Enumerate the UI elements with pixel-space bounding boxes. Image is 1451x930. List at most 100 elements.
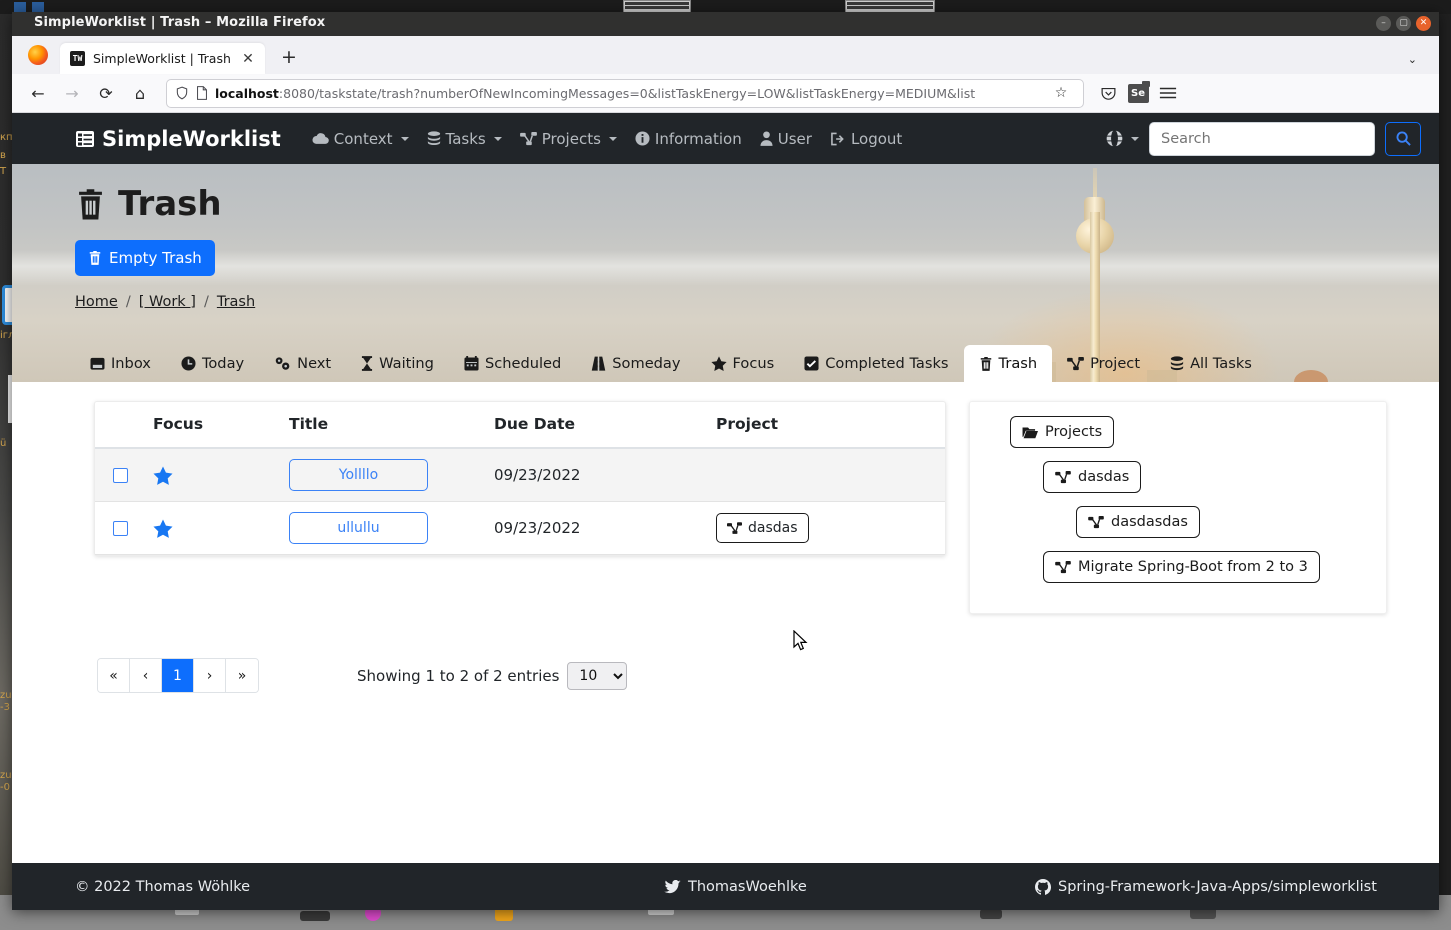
row-checkbox[interactable]: [113, 520, 128, 536]
tab-project[interactable]: Project: [1052, 345, 1155, 382]
nav-item-information[interactable]: Information: [626, 124, 751, 154]
inbox-icon: [90, 357, 105, 371]
column-header-title[interactable]: Title: [289, 402, 494, 449]
new-tab-button[interactable]: +: [277, 46, 301, 68]
tab-focus[interactable]: Focus: [696, 345, 790, 382]
row-select-cell[interactable]: [95, 501, 153, 555]
mouse-cursor: [793, 629, 808, 656]
bg-text-line: zu: [0, 770, 12, 781]
bg-text-line: кп: [0, 132, 13, 143]
project-diagram-icon: [1067, 356, 1085, 371]
star-icon[interactable]: [153, 519, 279, 538]
task-title-button[interactable]: ullullu: [289, 512, 428, 544]
project-label: dasdas: [1078, 469, 1130, 485]
tab-completed-tasks[interactable]: Completed Tasks: [789, 345, 963, 382]
close-button[interactable]: ✕: [1416, 16, 1431, 31]
shield-icon: [175, 86, 189, 100]
reload-button[interactable]: ⟳: [90, 78, 122, 108]
star-icon[interactable]: [153, 466, 279, 485]
pagination-prev[interactable]: ‹: [130, 659, 162, 692]
page-title-text: Trash: [118, 184, 222, 224]
pagination-last[interactable]: »: [226, 659, 258, 692]
project-diagram-icon: [1055, 470, 1071, 484]
column-header-focus[interactable]: Focus: [153, 402, 289, 449]
row-checkbox[interactable]: [113, 467, 128, 483]
language-selector[interactable]: [1106, 130, 1139, 147]
tab-someday[interactable]: Someday: [576, 345, 695, 382]
tab-today[interactable]: Today: [166, 345, 259, 382]
tab-label: Project: [1090, 355, 1141, 372]
row-project-button[interactable]: dasdas: [716, 513, 809, 543]
project-button-dasdas[interactable]: dasdas: [1043, 461, 1142, 493]
column-header-due-date[interactable]: Due Date: [494, 402, 716, 449]
project-tree-item: Projects: [970, 416, 1386, 461]
tab-waiting[interactable]: Waiting: [346, 345, 449, 382]
chevron-down-icon: [1131, 136, 1139, 141]
column-header-project[interactable]: Project: [716, 402, 945, 449]
tab-inbox[interactable]: Inbox: [75, 345, 166, 382]
footer-github-label: Spring-Framework-Java-Apps/simpleworklis…: [1058, 879, 1377, 895]
home-button[interactable]: ⌂: [124, 78, 156, 108]
entries-per-page-select[interactable]: 10 25 50 100: [567, 661, 628, 690]
project-button-dasdasdas[interactable]: dasdasdas: [1076, 506, 1200, 538]
project-button-projects[interactable]: Projects: [1010, 416, 1115, 448]
task-title-button[interactable]: Yollllo: [289, 459, 428, 491]
url-path: :8080/taskstate/trash?numberOfNewIncomin…: [278, 85, 976, 101]
user-icon: [760, 131, 773, 146]
hamburger-menu-icon[interactable]: [1154, 79, 1182, 107]
pagination-page-1[interactable]: 1: [162, 659, 194, 692]
bookmark-star-icon[interactable]: ☆: [1047, 79, 1075, 107]
bg-text-line: Т: [0, 166, 7, 177]
breadcrumb-item-trash[interactable]: Trash: [217, 294, 255, 310]
nav-item-tasks[interactable]: Tasks: [418, 124, 511, 154]
bg-text-line: в: [0, 150, 6, 161]
project-label: Projects: [1045, 424, 1103, 440]
maximize-button[interactable]: ▢: [1396, 16, 1411, 31]
nav-label: Tasks: [445, 129, 486, 148]
site-navbar: SimpleWorklist Context Tasks Projects In…: [12, 113, 1439, 164]
empty-trash-button[interactable]: Empty Trash: [75, 240, 215, 276]
nav-item-context[interactable]: Context: [303, 124, 418, 154]
search-button[interactable]: [1385, 121, 1421, 156]
bg-text-line: ü: [0, 438, 7, 449]
tab-label: Scheduled: [484, 355, 562, 372]
project-button-migrate-spring-boot[interactable]: Migrate Spring-Boot from 2 to 3: [1043, 551, 1320, 583]
footer-github[interactable]: Spring-Framework-Java-Apps/simpleworklis…: [1035, 879, 1377, 895]
chevron-down-icon[interactable]: ⌄: [1408, 53, 1417, 66]
breadcrumb-item-work[interactable]: [ Work ]: [139, 294, 196, 310]
project-diagram-icon: [519, 131, 537, 146]
row-focus-cell[interactable]: [153, 448, 289, 502]
browser-tab[interactable]: TW SimpleWorklist | Trash ✕: [60, 43, 265, 74]
row-select-cell[interactable]: [95, 448, 153, 502]
nav-item-logout[interactable]: Logout: [821, 124, 911, 154]
back-button[interactable]: ←: [22, 78, 54, 108]
tab-all-tasks[interactable]: All Tasks: [1155, 345, 1267, 382]
tab-label: Today: [201, 355, 245, 372]
nav-item-user[interactable]: User: [751, 124, 821, 154]
selenium-extension-icon[interactable]: Se: [1124, 79, 1152, 107]
tab-next[interactable]: Next: [259, 345, 346, 382]
tab-trash[interactable]: Trash: [963, 345, 1053, 382]
footer-twitter[interactable]: ThomasWoehlke: [664, 879, 807, 895]
brand-logo[interactable]: SimpleWorklist: [75, 127, 281, 151]
save-to-pocket-icon[interactable]: [1094, 79, 1122, 107]
trash-icon: [75, 188, 106, 221]
pagination-next[interactable]: ›: [194, 659, 226, 692]
nav-item-projects[interactable]: Projects: [511, 124, 626, 154]
nav-label: User: [777, 129, 812, 148]
empty-trash-label: Empty Trash: [109, 249, 202, 267]
pagination-first[interactable]: «: [98, 659, 130, 692]
search-input[interactable]: [1149, 121, 1375, 156]
task-state-tabs: Inbox Today Next Waiting Scheduled Somed…: [75, 345, 1267, 382]
url-bar[interactable]: localhost:8080/taskstate/trash?numberOfN…: [166, 78, 1084, 108]
minimize-button[interactable]: –: [1376, 16, 1391, 31]
row-focus-cell[interactable]: [153, 501, 289, 555]
tab-label: Next: [297, 355, 332, 372]
window-controls: – ▢ ✕: [1376, 16, 1431, 31]
breadcrumb-item-home[interactable]: Home: [75, 294, 118, 310]
window-titlebar: SimpleWorklist | Trash – Mozilla Firefox…: [12, 12, 1439, 36]
tab-scheduled[interactable]: Scheduled: [449, 345, 576, 382]
forward-button[interactable]: →: [56, 78, 88, 108]
tab-label: Inbox: [111, 355, 151, 372]
tab-close-icon[interactable]: ✕: [239, 51, 257, 67]
